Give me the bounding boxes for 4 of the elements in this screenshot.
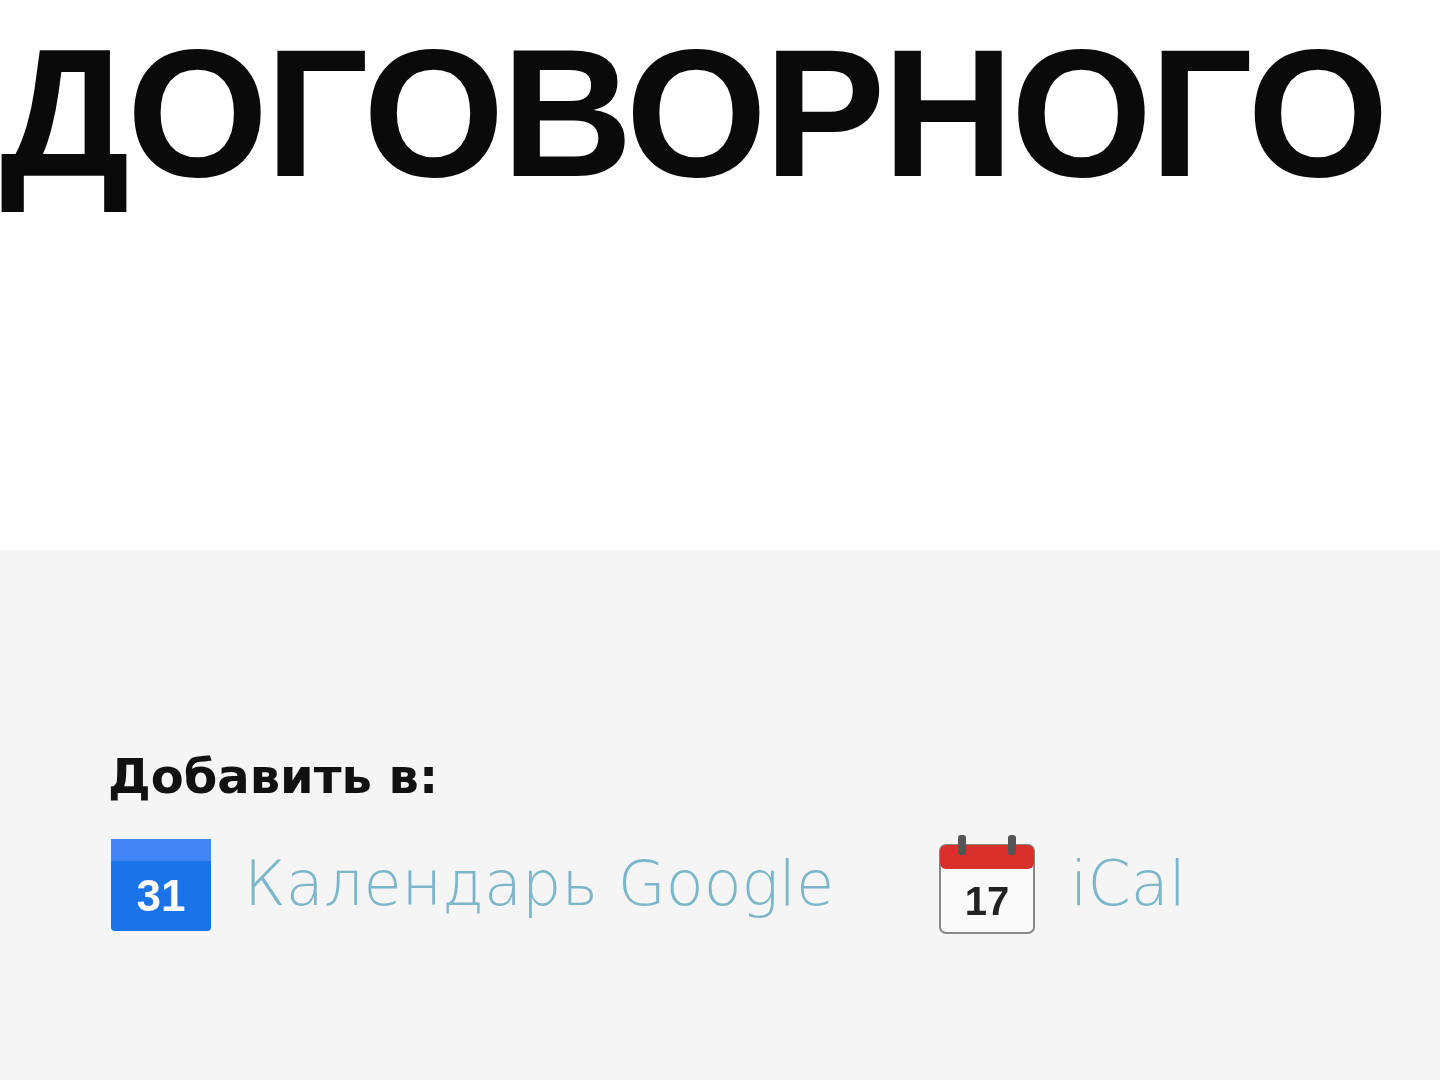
calendar-link[interactable]: 31 Календарь Google (108, 830, 835, 937)
page-heading: ДОГОВОРНОГО (0, 10, 1387, 217)
calendar-link[interactable]: 17 iCal (934, 830, 1186, 937)
add-to-label: Добавить в: (108, 750, 440, 803)
